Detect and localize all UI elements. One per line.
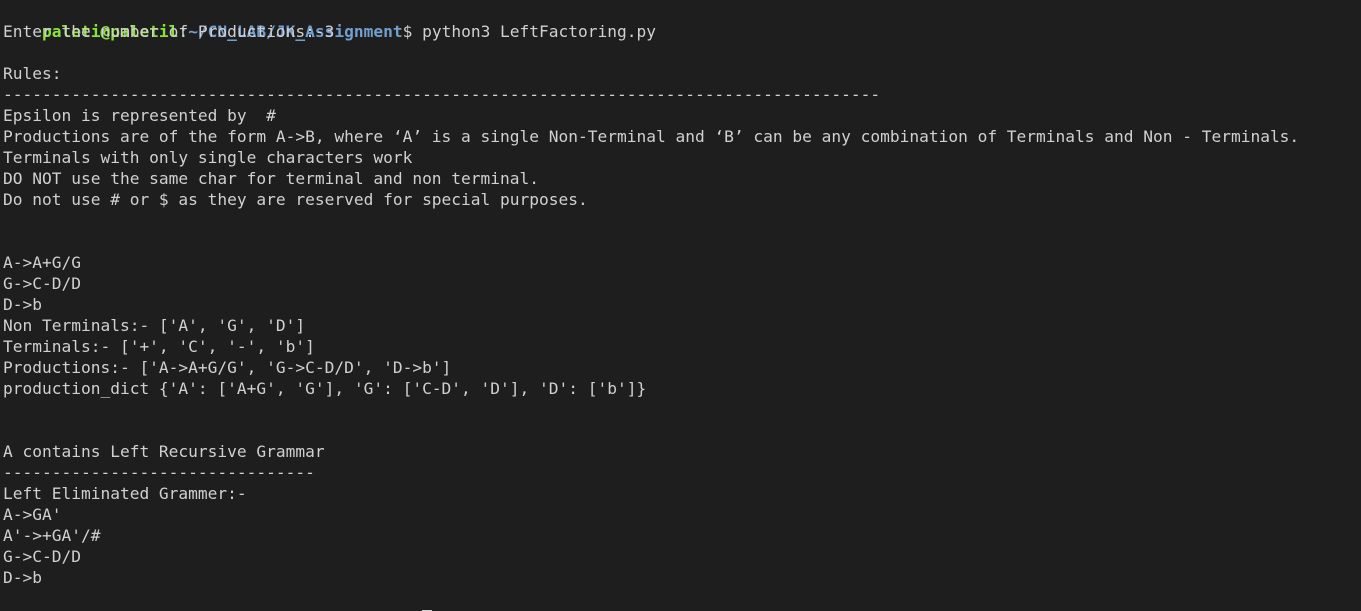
output-line: D->b — [3, 568, 42, 587]
output-line: Rules: — [3, 64, 62, 83]
prompt-symbol: $ — [402, 22, 413, 41]
output-line: Productions:- ['A->A+G/G', 'G->C-D/D', '… — [3, 358, 452, 377]
output-line: Terminals:- ['+', 'C', '-', 'b'] — [3, 337, 315, 356]
output-line: Left Eliminated Grammer:- — [3, 484, 247, 503]
terminal-window[interactable]: paleti@paletil:~/CN_LAB/JK_Assignment$ p… — [0, 0, 1361, 611]
output-line: Productions are of the form A->B, where … — [3, 127, 1300, 146]
output-line: Enter the number of Productions:-3 — [3, 22, 335, 41]
output-line: Epsilon is represented by # — [3, 106, 276, 125]
output-line: Terminals with only single characters wo… — [3, 148, 413, 167]
output-line: G->C-D/D — [3, 274, 81, 293]
output-line: ----------------------------------------… — [3, 85, 881, 104]
output-line: A->GA' — [3, 505, 62, 524]
output-line: -------------------------------- — [3, 463, 315, 482]
output-line: Do not use # or $ as they are reserved f… — [3, 190, 588, 209]
output-line: A contains Left Recursive Grammar — [3, 442, 325, 461]
command-text: python3 LeftFactoring.py — [412, 22, 656, 41]
terminal-output: Enter the number of Productions:-3 Rules:… — [3, 21, 1361, 588]
active-prompt-line[interactable]: paleti@paletil:~/CN_LAB/JK_Assignment$ — [3, 588, 1361, 611]
output-line: A'->+GA'/# — [3, 526, 101, 545]
output-line: D->b — [3, 295, 42, 314]
command-line: paleti@paletil:~/CN_LAB/JK_Assignment$ p… — [3, 0, 1361, 41]
output-line: G->C-D/D — [3, 547, 81, 566]
output-line: A->A+G/G — [3, 253, 81, 272]
output-line: Non Terminals:- ['A', 'G', 'D'] — [3, 316, 306, 335]
output-line: DO NOT use the same char for terminal an… — [3, 169, 540, 188]
output-line: production_dict {'A': ['A+G', 'G'], 'G':… — [3, 379, 647, 398]
